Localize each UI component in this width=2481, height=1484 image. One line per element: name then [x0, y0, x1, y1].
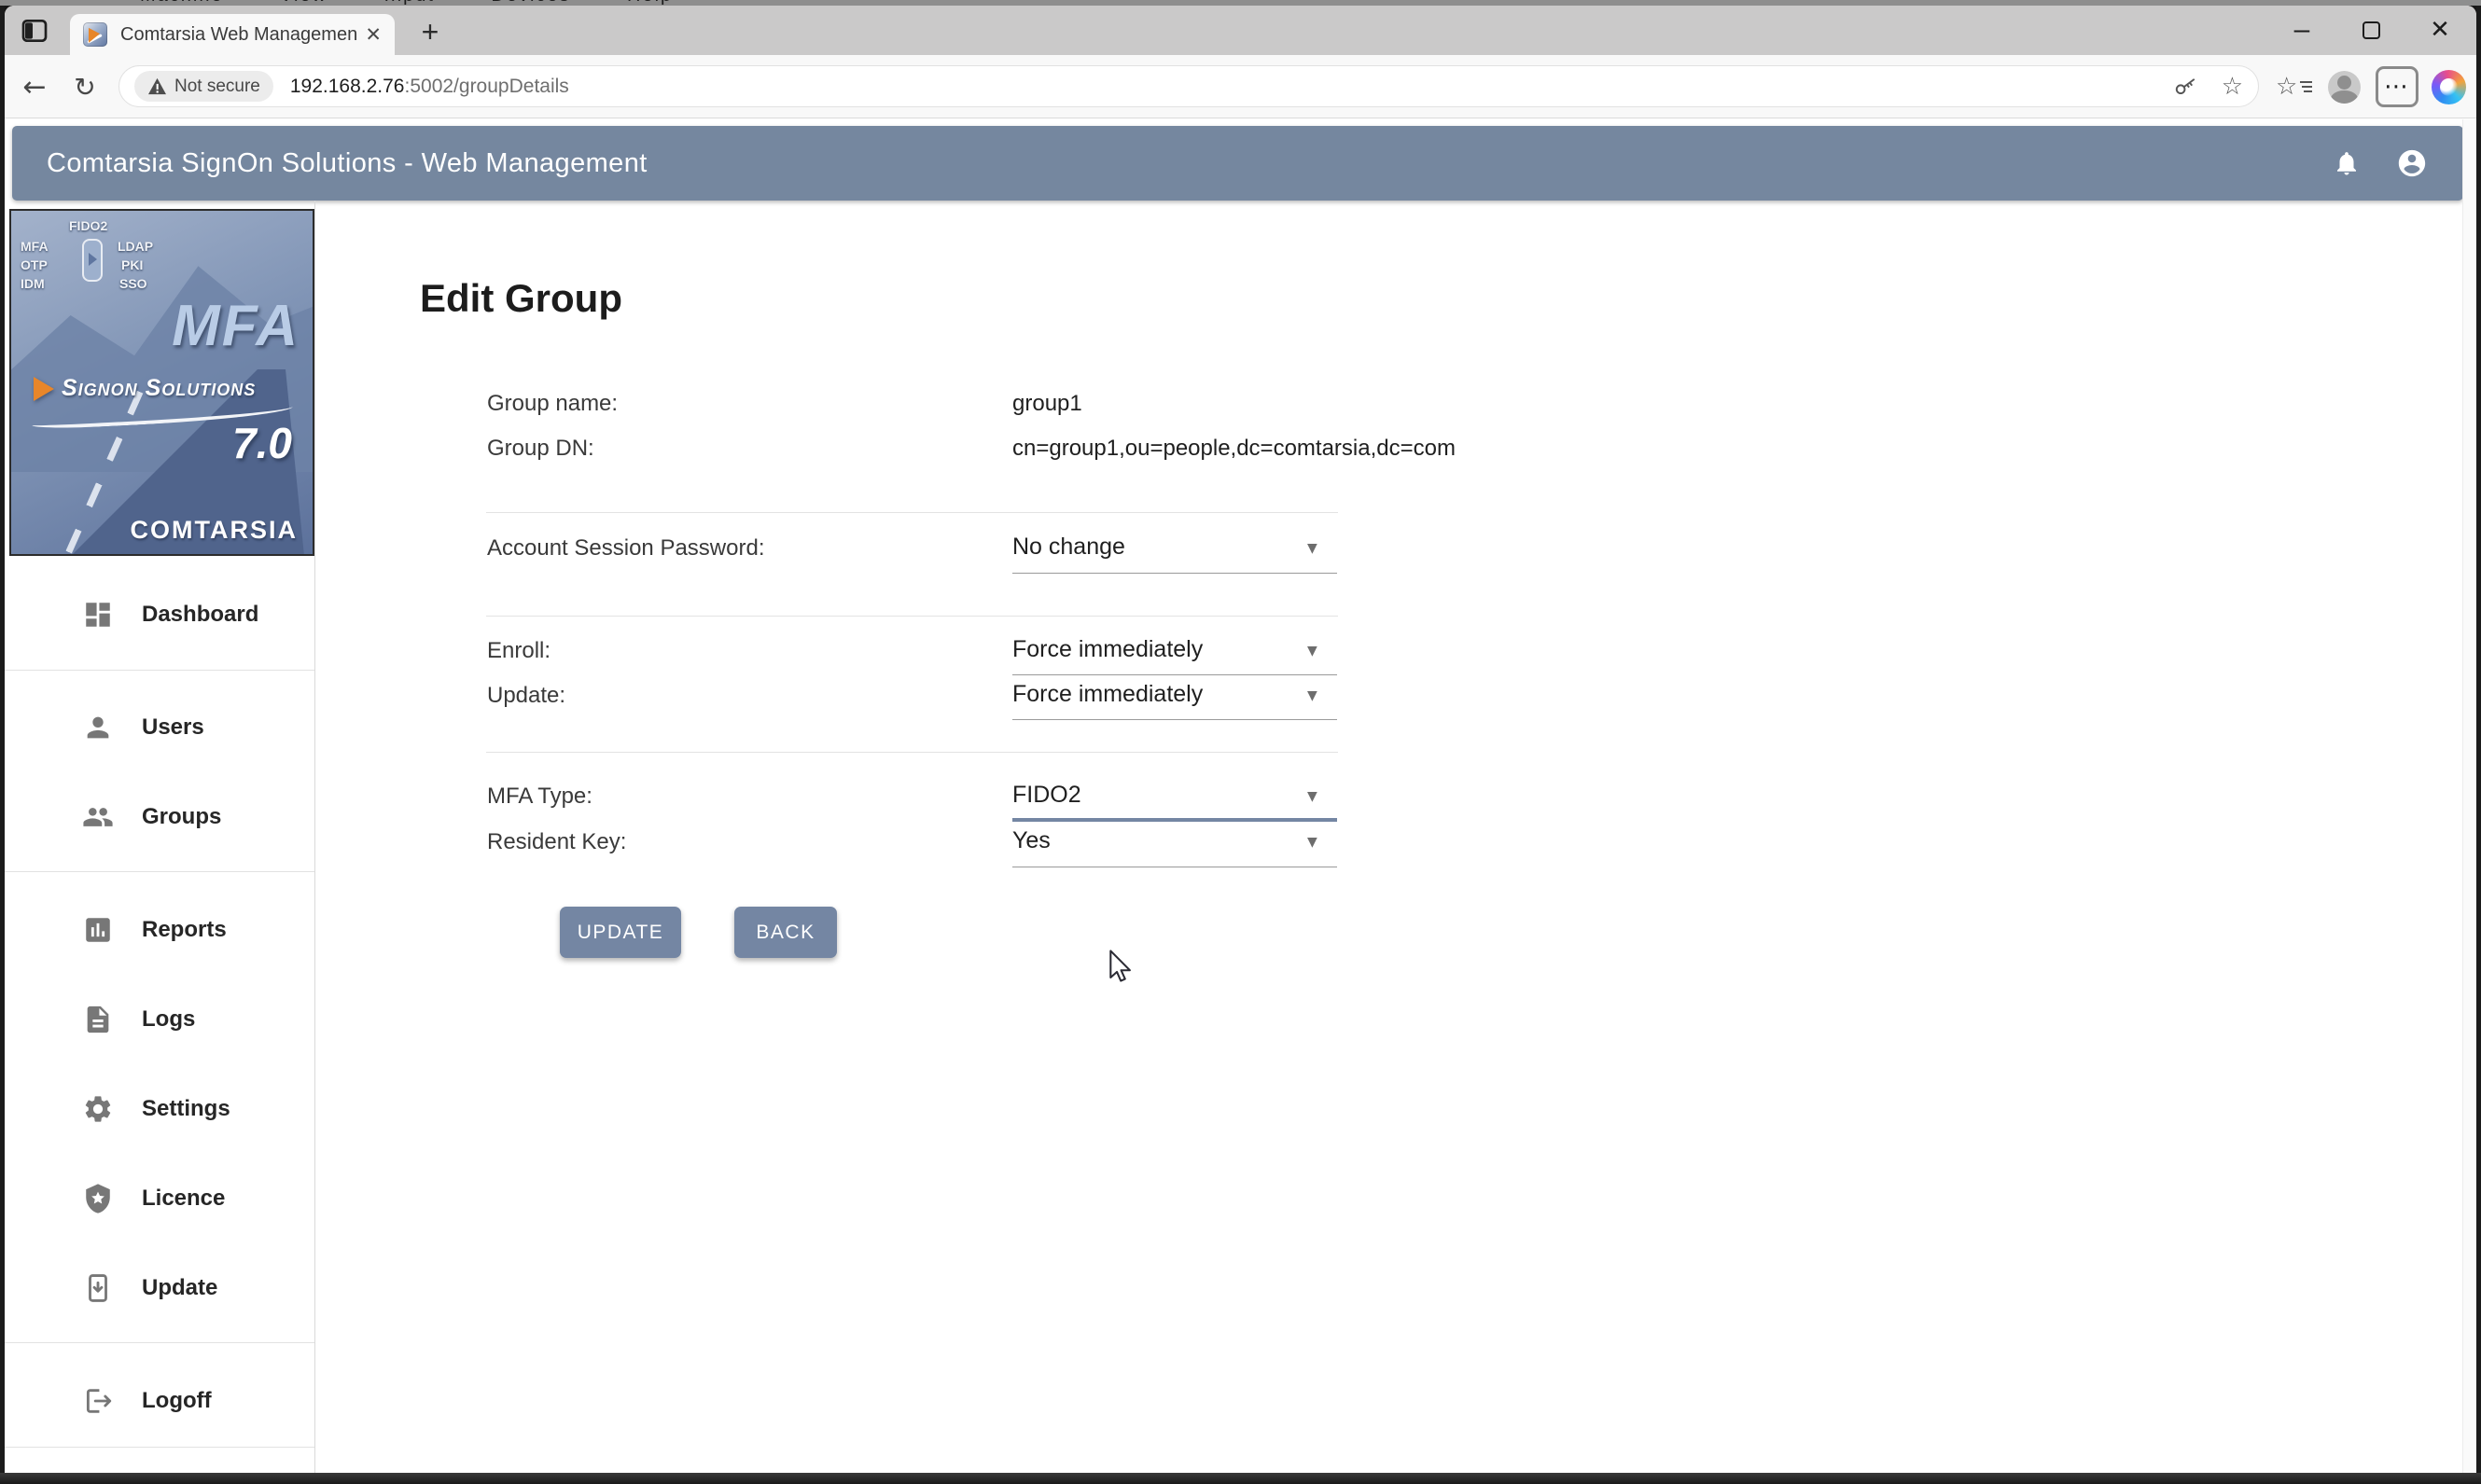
select-underline-active — [1012, 818, 1337, 822]
app-title: Comtarsia SignOn Solutions - Web Managem… — [47, 147, 648, 178]
form-divider — [486, 616, 1338, 617]
account-session-password-label: Account Session Password: — [487, 535, 765, 561]
warning-triangle-icon — [148, 77, 166, 95]
mfa-type-label: MFA Type: — [487, 784, 592, 809]
account-session-password-select[interactable]: No change — [1012, 534, 1125, 561]
page-viewport: Comtarsia SignOn Solutions - Web Managem… — [5, 119, 2476, 1473]
sidebar-item-reports[interactable]: Reports — [5, 885, 314, 975]
sidebar-item-groups[interactable]: Groups — [5, 772, 314, 862]
logout-icon — [82, 1385, 114, 1417]
new-tab-button[interactable]: + — [411, 13, 449, 50]
dashboard-icon — [82, 599, 114, 631]
refresh-button[interactable]: ↻ — [63, 55, 107, 118]
chevron-down-icon[interactable]: ▼ — [1307, 789, 1317, 804]
copilot-icon[interactable] — [2432, 70, 2466, 104]
account-circle-icon[interactable] — [2396, 147, 2428, 179]
gear-icon — [82, 1093, 114, 1125]
tab-actions-icon[interactable] — [20, 16, 49, 46]
comtarsia-favicon — [83, 22, 107, 47]
update-select[interactable]: Force immediately — [1012, 681, 1203, 708]
app-header: Comtarsia SignOn Solutions - Web Managem… — [12, 126, 2463, 201]
screenshot-root: Machine View Input Devices Help Comtarsi… — [0, 0, 2481, 1484]
window-minimize-button[interactable]: – — [2276, 9, 2328, 50]
form-divider — [486, 752, 1338, 753]
sidebar-divider — [5, 1342, 314, 1343]
group-name-value: group1 — [1012, 391, 1082, 416]
logo-mfa-text: MFA — [172, 294, 300, 358]
sidebar-item-update[interactable]: Update — [5, 1243, 314, 1333]
sidebar-divider — [5, 1447, 314, 1448]
logo-protocol-diagram: FIDO2 MFA OTP IDM LDAP PKI SSO — [21, 218, 154, 291]
shield-star-icon — [82, 1183, 114, 1214]
resident-key-label: Resident Key: — [487, 829, 627, 854]
tab-close-icon[interactable]: ✕ — [365, 23, 382, 46]
update-label: Update: — [487, 683, 566, 708]
page-title: Edit Group — [420, 276, 622, 320]
password-key-icon[interactable] — [2173, 75, 2197, 99]
chevron-down-icon[interactable]: ▼ — [1307, 688, 1317, 703]
group-dn-value: cn=group1,ou=people,dc=comtarsia,dc=com — [1012, 436, 1456, 461]
system-update-icon — [82, 1272, 114, 1304]
chevron-down-icon[interactable]: ▼ — [1307, 541, 1317, 556]
url-host: 192.168.2.76 — [289, 75, 405, 97]
sidebar-item-logoff[interactable]: Logoff — [5, 1356, 314, 1446]
bookmark-star-icon[interactable]: ☆ — [2222, 73, 2243, 101]
logo-brand-text: Signon Solutions — [62, 375, 257, 401]
select-underline — [1012, 573, 1337, 574]
notifications-bell-icon[interactable] — [2333, 149, 2361, 177]
sidebar-divider — [5, 871, 314, 872]
document-icon — [82, 1004, 114, 1035]
logo-company-text: COMTARSIA — [130, 516, 298, 544]
security-chip-label: Not secure — [174, 76, 260, 96]
form-divider — [486, 512, 1338, 513]
sidebar-item-users[interactable]: Users — [5, 683, 314, 772]
group-dn-label: Group DN: — [487, 436, 594, 461]
group-name-label: Group name: — [487, 391, 619, 416]
select-underline — [1012, 719, 1337, 720]
window-close-button[interactable]: ✕ — [2414, 9, 2466, 50]
tab-strip: Comtarsia Web Management ✕ + – ✕ — [5, 6, 2476, 55]
chevron-down-icon[interactable]: ▼ — [1307, 835, 1317, 850]
bar-chart-icon — [82, 914, 114, 946]
favorites-bar-icon[interactable]: ☆ — [2276, 55, 2314, 118]
tab-title: Comtarsia Web Management — [120, 23, 358, 45]
sidebar-logo: FIDO2 MFA OTP IDM LDAP PKI SSO MFA Signo… — [9, 209, 314, 556]
url-path: :5002/groupDetails — [404, 75, 569, 97]
sidebar-item-licence[interactable]: Licence — [5, 1154, 314, 1243]
sidebar-divider — [5, 670, 314, 671]
back-button[interactable]: ← — [12, 55, 57, 118]
chevron-down-icon[interactable]: ▼ — [1307, 644, 1317, 659]
logo-arrow-icon — [34, 376, 54, 401]
sidebar-item-dashboard[interactable]: Dashboard — [5, 570, 314, 659]
browser-settings-more-icon[interactable]: ⋯ — [2376, 66, 2418, 107]
url-text: 192.168.2.76:5002/groupDetails — [290, 76, 569, 98]
sidebar-item-settings[interactable]: Settings — [5, 1064, 314, 1154]
people-icon — [82, 801, 114, 833]
security-chip[interactable]: Not secure — [134, 71, 273, 102]
browser-profile-avatar[interactable] — [2328, 71, 2361, 104]
window-maximize-button[interactable] — [2345, 9, 2397, 50]
enroll-select[interactable]: Force immediately — [1012, 636, 1203, 663]
select-underline — [1012, 674, 1337, 675]
enroll-label: Enroll: — [487, 638, 551, 663]
browser-window: Comtarsia Web Management ✕ + – ✕ ← ↻ Not… — [5, 6, 2476, 1473]
back-button-form[interactable]: BACK — [734, 907, 837, 958]
scrollbar-track[interactable] — [2462, 119, 2476, 1473]
update-button[interactable]: UPDATE — [560, 907, 681, 958]
sidebar-divider-vertical — [314, 201, 315, 1473]
browser-toolbar: ← ↻ Not secure 192.168.2.76:5002/groupDe… — [5, 55, 2476, 118]
browser-tab[interactable]: Comtarsia Web Management ✕ — [70, 14, 395, 55]
sidebar-item-logs[interactable]: Logs — [5, 975, 314, 1064]
logo-version-text: 7.0 — [232, 419, 292, 467]
person-icon — [82, 712, 114, 743]
mfa-type-select[interactable]: FIDO2 — [1012, 782, 1081, 809]
vm-border-bottom — [0, 1473, 2481, 1484]
vm-border-right — [2476, 6, 2481, 1473]
resident-key-select[interactable]: Yes — [1012, 827, 1051, 854]
address-bar[interactable]: Not secure 192.168.2.76:5002/groupDetail… — [118, 65, 2259, 107]
